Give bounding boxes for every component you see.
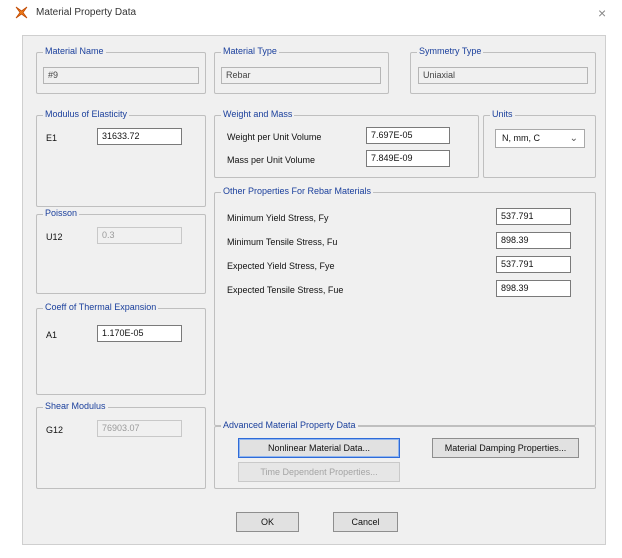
- modulus-group: Modulus of Elasticity E1 31633.72: [36, 109, 206, 207]
- e1-input[interactable]: 31633.72: [97, 128, 182, 145]
- a1-label: A1: [46, 330, 58, 340]
- g12-label: G12: [46, 425, 64, 435]
- weight-label: Weight per Unit Volume: [227, 132, 322, 142]
- material-name-title: Material Name: [43, 46, 106, 56]
- e1-label: E1: [46, 133, 58, 143]
- weight-mass-group: Weight and Mass Weight per Unit Volume 7…: [214, 109, 479, 178]
- cancel-button[interactable]: Cancel: [333, 512, 398, 532]
- app-icon: [15, 6, 28, 19]
- advanced-group: Advanced Material Property Data Nonlinea…: [214, 420, 596, 489]
- u12-input[interactable]: 0.3: [97, 227, 182, 244]
- thermal-title: Coeff of Thermal Expansion: [43, 302, 159, 312]
- mass-label: Mass per Unit Volume: [227, 155, 316, 165]
- advanced-title: Advanced Material Property Data: [221, 420, 358, 430]
- rebar-props-title: Other Properties For Rebar Materials: [221, 186, 374, 196]
- units-select[interactable]: N, mm, C ⌄: [495, 129, 585, 148]
- symmetry-type-group: Symmetry Type Uniaxial: [410, 46, 596, 94]
- fy-input[interactable]: 537.791: [496, 208, 571, 225]
- g12-input[interactable]: 76903.07: [97, 420, 182, 437]
- fye-input[interactable]: 537.791: [496, 256, 571, 273]
- symmetry-type-title: Symmetry Type: [417, 46, 484, 56]
- material-type-title: Material Type: [221, 46, 279, 56]
- u12-label: U12: [46, 232, 63, 242]
- weight-input[interactable]: 7.697E-05: [366, 127, 450, 144]
- units-group: Units N, mm, C ⌄: [483, 109, 596, 178]
- poisson-group: Poisson U12 0.3: [36, 208, 206, 294]
- fu-label: Minimum Tensile Stress, Fu: [227, 237, 338, 247]
- symmetry-type-field[interactable]: Uniaxial: [418, 67, 588, 84]
- shear-title: Shear Modulus: [43, 401, 108, 411]
- material-name-field[interactable]: #9: [43, 67, 199, 84]
- close-icon[interactable]: ×: [598, 6, 606, 20]
- shear-group: Shear Modulus G12 76903.07: [36, 401, 206, 489]
- modulus-title: Modulus of Elasticity: [43, 109, 130, 119]
- poisson-title: Poisson: [43, 208, 80, 218]
- fy-label: Minimum Yield Stress, Fy: [227, 213, 329, 223]
- fye-label: Expected Yield Stress, Fye: [227, 261, 335, 271]
- fue-input[interactable]: 898.39: [496, 280, 571, 297]
- material-damping-button[interactable]: Material Damping Properties...: [432, 438, 579, 458]
- nonlinear-material-data-button[interactable]: Nonlinear Material Data...: [238, 438, 400, 458]
- time-dependent-button[interactable]: Time Dependent Properties...: [238, 462, 400, 482]
- ok-button[interactable]: OK: [236, 512, 299, 532]
- material-name-group: Material Name #9: [36, 46, 206, 94]
- mass-input[interactable]: 7.849E-09: [366, 150, 450, 167]
- dialog-panel: Material Name #9 Material Type Rebar Sym…: [22, 35, 606, 545]
- title-bar: Material Property Data ×: [0, 0, 622, 26]
- a1-input[interactable]: 1.170E-05: [97, 325, 182, 342]
- thermal-group: Coeff of Thermal Expansion A1 1.170E-05: [36, 302, 206, 395]
- material-type-field[interactable]: Rebar: [221, 67, 381, 84]
- rebar-props-group: Other Properties For Rebar Materials Min…: [214, 186, 596, 426]
- window-title: Material Property Data: [36, 7, 137, 18]
- fue-label: Expected Tensile Stress, Fue: [227, 285, 344, 295]
- units-title: Units: [490, 109, 515, 119]
- material-type-group: Material Type Rebar: [214, 46, 389, 94]
- chevron-down-icon: ⌄: [569, 133, 578, 144]
- weight-mass-title: Weight and Mass: [221, 109, 295, 119]
- units-selected-value: N, mm, C: [502, 133, 540, 143]
- fu-input[interactable]: 898.39: [496, 232, 571, 249]
